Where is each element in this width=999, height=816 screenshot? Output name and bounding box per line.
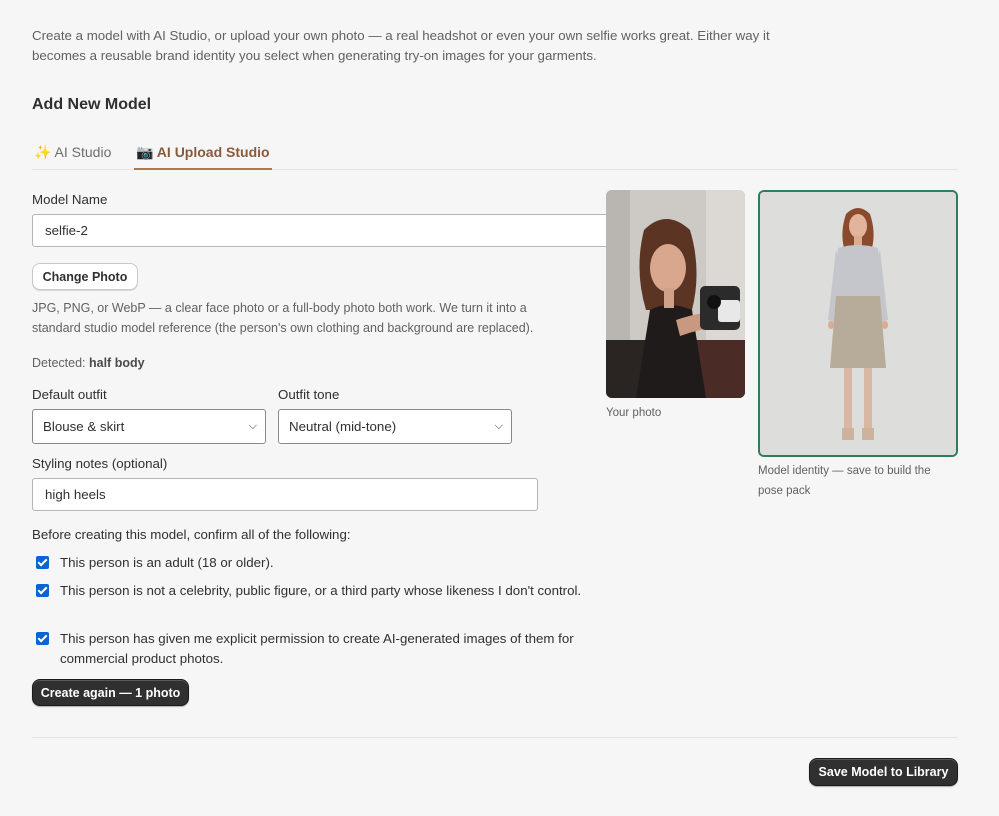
save-model-button[interactable]: Save Model to Library (809, 758, 958, 786)
chevron-down-icon: ⌵ (494, 420, 503, 432)
section-title: Add New Model (32, 96, 152, 113)
model-identity-caption: Model identity — save to build the pose … (758, 465, 931, 497)
upload-help-text: JPG, PNG, or WebP — a clear face photo o… (32, 301, 534, 335)
tab-ai-upload-studio[interactable]: 📷 AI Upload Studio (134, 138, 272, 170)
intro-text: Create a model with AI Studio, or upload… (32, 28, 770, 63)
your-photo-image (606, 190, 745, 398)
default-outfit-value: Blouse & skirt (43, 419, 125, 434)
detected-value: half body (89, 356, 145, 370)
footer-divider (32, 737, 957, 738)
change-photo-button[interactable]: Change Photo (32, 263, 138, 290)
outfit-tone-label: Outfit tone (278, 387, 340, 402)
confirm-not-celebrity-checkbox[interactable] (36, 584, 49, 597)
model-name-label: Model Name (32, 192, 108, 207)
confirm-adult-text: This person is an adult (18 or older). (60, 555, 274, 570)
detected-label: Detected: (32, 356, 86, 370)
your-photo-illustration (606, 190, 745, 398)
confirm-title: Before creating this model, confirm all … (32, 527, 351, 542)
outfit-tone-value: Neutral (mid-tone) (289, 419, 397, 434)
detected-status: Detected: half body (32, 356, 145, 370)
confirm-adult-checkbox[interactable] (36, 556, 49, 569)
model-identity-image (758, 190, 958, 457)
your-photo-caption: Your photo (606, 407, 662, 419)
default-outfit-label: Default outfit (32, 387, 107, 402)
chevron-down-icon: ⌵ (248, 420, 257, 432)
model-identity-illustration (760, 192, 956, 455)
confirm-permission-text: This person has given me explicit permis… (60, 631, 574, 666)
default-outfit-select[interactable]: Blouse & skirt ⌵ (32, 409, 266, 444)
styling-notes-input[interactable]: high heels (32, 478, 538, 511)
tab-bar: ✨ AI Studio 📷 AI Upload Studio (32, 138, 957, 170)
outfit-tone-select[interactable]: Neutral (mid-tone) ⌵ (278, 409, 512, 444)
styling-notes-label: Styling notes (optional) (32, 456, 168, 471)
confirm-permission-checkbox[interactable] (36, 632, 49, 645)
model-name-input[interactable]: selfie-2 (32, 214, 632, 247)
tab-ai-studio[interactable]: ✨ AI Studio (32, 138, 113, 170)
confirm-not-celebrity-text: This person is not a celebrity, public f… (60, 583, 582, 598)
create-again-button[interactable]: Create again — 1 photo (32, 679, 189, 706)
